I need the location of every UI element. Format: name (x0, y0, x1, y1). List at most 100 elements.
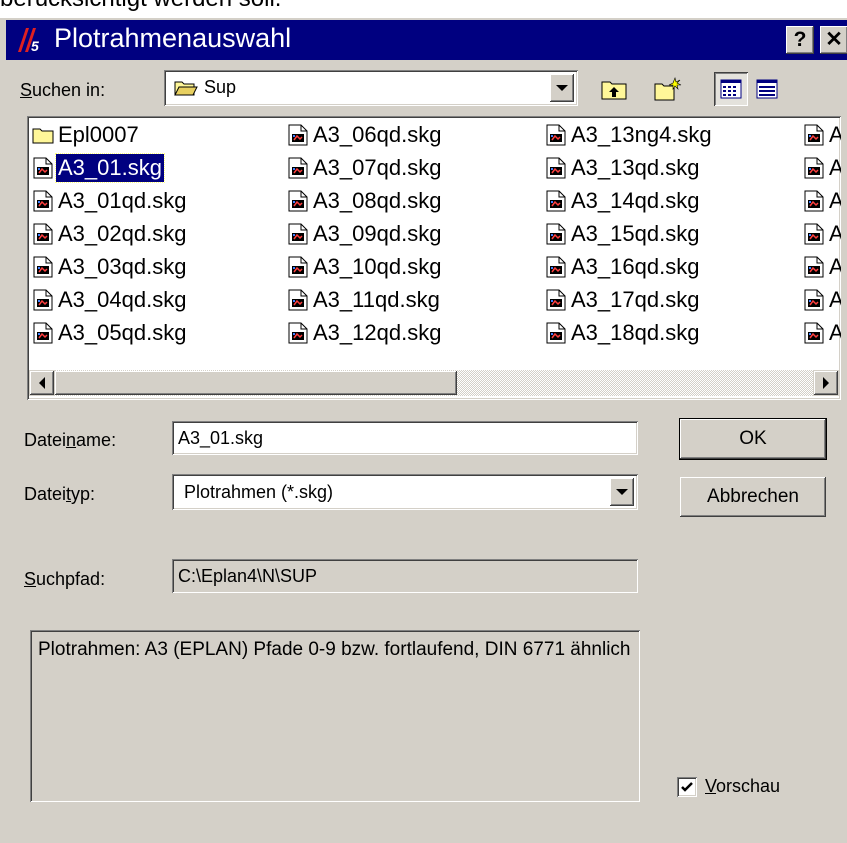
skg-file-icon (803, 124, 825, 146)
file-item[interactable]: A3_11qd.skg (287, 285, 442, 315)
file-name: A3_08qd.skg (313, 188, 442, 213)
file-item[interactable]: A3_13ng4.skg (545, 120, 714, 150)
file-item[interactable]: A3_17qd.skg (545, 285, 701, 315)
file-item[interactable]: A3_13qd.skg (545, 153, 701, 183)
help-button[interactable]: ? (786, 26, 814, 54)
file-item[interactable]: A3_10qd.skg (287, 252, 443, 282)
filename-input[interactable]: A3_01.skg (172, 421, 638, 455)
file-name: A3_11qd.skg (313, 287, 440, 312)
skg-file-icon (287, 124, 309, 146)
skg-file-icon (803, 256, 825, 278)
ok-button[interactable]: OK (680, 419, 826, 459)
searchpath-value: C:\Eplan4\N\SUP (178, 565, 318, 586)
file-item[interactable]: A3_15qd.skg (545, 219, 701, 249)
file-name: A3_05qd.skg (58, 320, 187, 345)
file-name: A3_13qd.skg (571, 155, 700, 180)
file-item[interactable]: A3_01.skg (32, 153, 165, 183)
filetype-dropdown-button[interactable] (610, 478, 634, 506)
file-item[interactable]: A3_02qd.skg (32, 219, 188, 249)
folder-icon (32, 126, 54, 144)
file-open-dialog: 5 Plotrahmenauswahl ? ✕ Suchen in: Sup E… (0, 18, 847, 843)
file-item[interactable]: A (803, 252, 841, 282)
list-view-icon (720, 79, 742, 99)
skg-file-icon (803, 223, 825, 245)
scroll-right-button[interactable] (814, 371, 838, 395)
skg-file-icon (287, 223, 309, 245)
details-view-icon (756, 79, 778, 99)
scrollbar-track[interactable] (55, 370, 813, 396)
file-item[interactable]: A3_08qd.skg (287, 186, 443, 216)
skg-file-icon (287, 256, 309, 278)
file-name: A3_06qd.skg (313, 122, 442, 147)
filename-label: Dateiname: (24, 430, 117, 450)
preview-label: Vorschau (705, 776, 781, 796)
file-item[interactable]: A3_07qd.skg (287, 153, 443, 183)
details-view-button[interactable] (750, 72, 784, 106)
file-list[interactable]: Epl0007 A3_01.skg A3_01qd.skg A3_02qd.skg A3… (27, 116, 841, 400)
file-name: A3_03qd.skg (58, 254, 187, 279)
file-item[interactable]: A3_14qd.skg (545, 186, 701, 216)
file-item[interactable]: A3_18qd.skg (545, 318, 701, 348)
file-item[interactable]: A (803, 153, 841, 183)
look-in-combo[interactable]: Sup (164, 70, 578, 106)
skg-file-icon (287, 289, 309, 311)
filetype-select[interactable]: Plotrahmen (*.skg) (172, 474, 638, 510)
file-item[interactable]: A (803, 318, 841, 348)
file-item[interactable]: A3_03qd.skg (32, 252, 188, 282)
checkmark-icon (681, 781, 693, 792)
file-item[interactable]: A (803, 285, 841, 315)
file-name: A3_04qd.skg (58, 287, 187, 312)
file-item[interactable]: A3_12qd.skg (287, 318, 443, 348)
file-item[interactable]: A (803, 186, 841, 216)
new-folder-button[interactable] (651, 72, 685, 106)
chevron-down-icon (616, 489, 628, 495)
file-name: A3_07qd.skg (313, 155, 442, 180)
list-view-button[interactable] (714, 72, 748, 106)
background-text: berücksichtigt werden soll. (0, 0, 281, 13)
cancel-button-label: Abbrechen (707, 486, 799, 507)
look-in-label: Suchen in: (20, 80, 106, 100)
file-name: A (829, 122, 841, 147)
close-button[interactable]: ✕ (820, 26, 847, 54)
background-text-strip: berücksichtigt werden soll. (0, 0, 847, 18)
folder-item[interactable]: Epl0007 (32, 120, 141, 150)
file-item[interactable]: A3_01qd.skg (32, 186, 188, 216)
preview-checkbox-group[interactable]: Vorschau (677, 776, 780, 797)
file-name: A3_15qd.skg (571, 221, 700, 246)
file-name: A3_12qd.skg (313, 320, 442, 345)
file-name: A (829, 287, 841, 312)
file-item[interactable]: A3_09qd.skg (287, 219, 443, 249)
open-folder-icon (174, 81, 198, 96)
file-name: Epl0007 (58, 122, 139, 147)
file-name: A3_17qd.skg (571, 287, 700, 312)
file-name: A (829, 221, 841, 246)
scrollbar-thumb[interactable] (55, 371, 457, 395)
skg-file-icon (32, 289, 54, 311)
cancel-button[interactable]: Abbrechen (680, 477, 826, 517)
up-one-level-button[interactable] (597, 72, 631, 106)
preview-checkbox[interactable] (677, 776, 697, 797)
ok-button-label: OK (739, 428, 767, 449)
look-in-dropdown-button[interactable] (550, 74, 574, 102)
filetype-value: Plotrahmen (*.skg) (184, 482, 334, 502)
skg-file-icon (803, 289, 825, 311)
file-item[interactable]: A3_06qd.skg (287, 120, 443, 150)
scroll-left-button[interactable] (30, 371, 54, 395)
file-name: A (829, 320, 841, 345)
skg-file-icon (545, 190, 567, 212)
file-item[interactable]: A (803, 120, 841, 150)
skg-file-icon (803, 322, 825, 344)
title-bar[interactable]: 5 Plotrahmenauswahl ? ✕ (6, 20, 847, 60)
skg-file-icon (32, 322, 54, 344)
file-item[interactable]: A (803, 219, 841, 249)
horizontal-scrollbar[interactable] (29, 370, 839, 396)
file-item[interactable]: A3_05qd.skg (32, 318, 188, 348)
skg-file-icon (545, 157, 567, 179)
file-item[interactable]: A3_04qd.skg (32, 285, 188, 315)
skg-file-icon (32, 223, 54, 245)
skg-file-icon (545, 256, 567, 278)
searchpath-field: C:\Eplan4\N\SUP (172, 559, 638, 593)
file-name: A3_13ng4.skg (571, 122, 712, 147)
file-name: A3_02qd.skg (58, 221, 187, 246)
file-item[interactable]: A3_16qd.skg (545, 252, 701, 282)
